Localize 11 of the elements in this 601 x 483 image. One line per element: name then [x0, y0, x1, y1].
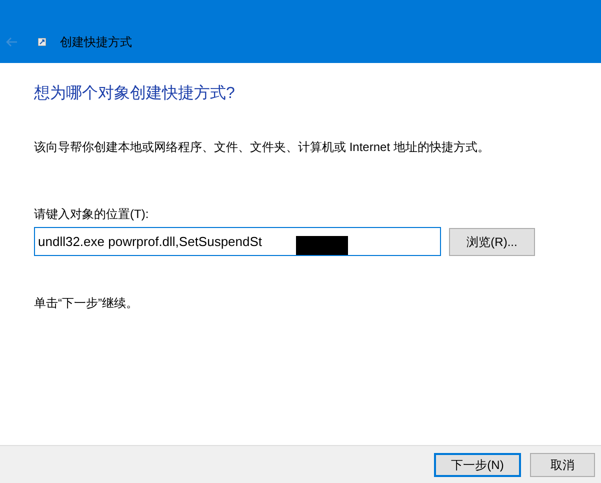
location-field[interactable]: undll32.exe powrprof.dll,SetSuspendSt: [34, 227, 441, 256]
browse-button[interactable]: 浏览(R)...: [449, 228, 535, 256]
window-title: 创建快捷方式: [60, 34, 132, 51]
shortcut-icon: [38, 38, 46, 46]
cancel-button[interactable]: 取消: [530, 452, 595, 476]
wizard-description: 该向导帮你创建本地或网络程序、文件、文件夹、计算机或 Internet 地址的快捷方式。: [34, 139, 490, 156]
wizard-heading: 想为哪个对象创建快捷方式?: [34, 84, 236, 104]
continue-hint: 单击“下一步”继续。: [34, 295, 139, 312]
next-button[interactable]: 下一步(N): [434, 452, 521, 476]
back-arrow-icon[interactable]: [6, 37, 18, 47]
location-label: 请键入对象的位置(T):: [34, 206, 150, 223]
